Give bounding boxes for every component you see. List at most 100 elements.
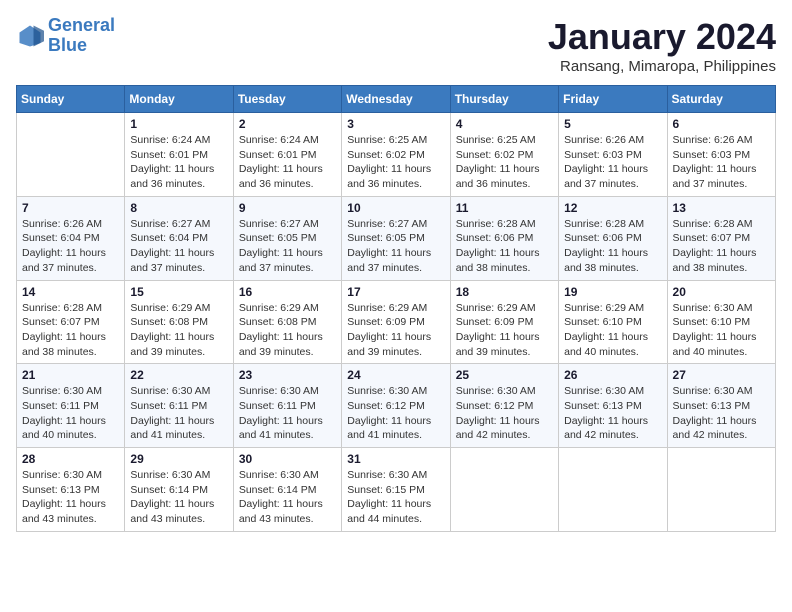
day-number: 12 xyxy=(564,201,661,215)
calendar-cell: 21Sunrise: 6:30 AMSunset: 6:11 PMDayligh… xyxy=(17,364,125,448)
sunset-text: Sunset: 6:10 PM xyxy=(564,315,661,330)
day-info: Sunrise: 6:30 AMSunset: 6:14 PMDaylight:… xyxy=(239,468,336,527)
day-number: 11 xyxy=(456,201,553,215)
sunset-text: Sunset: 6:07 PM xyxy=(22,315,119,330)
sunset-text: Sunset: 6:10 PM xyxy=(673,315,770,330)
sunrise-text: Sunrise: 6:25 AM xyxy=(456,133,553,148)
sunset-text: Sunset: 6:06 PM xyxy=(564,231,661,246)
calendar-cell: 28Sunrise: 6:30 AMSunset: 6:13 PMDayligh… xyxy=(17,448,125,532)
page-header: General Blue January 2024 Ransang, Mimar… xyxy=(16,16,776,75)
sunset-text: Sunset: 6:07 PM xyxy=(673,231,770,246)
daylight-text: Daylight: 11 hours and 36 minutes. xyxy=(347,162,444,191)
daylight-text: Daylight: 11 hours and 38 minutes. xyxy=(456,246,553,275)
daylight-text: Daylight: 11 hours and 38 minutes. xyxy=(673,246,770,275)
calendar-cell: 25Sunrise: 6:30 AMSunset: 6:12 PMDayligh… xyxy=(450,364,558,448)
calendar-cell: 12Sunrise: 6:28 AMSunset: 6:06 PMDayligh… xyxy=(559,196,667,280)
calendar-cell: 5Sunrise: 6:26 AMSunset: 6:03 PMDaylight… xyxy=(559,113,667,197)
sunrise-text: Sunrise: 6:24 AM xyxy=(239,133,336,148)
day-info: Sunrise: 6:27 AMSunset: 6:05 PMDaylight:… xyxy=(347,217,444,276)
day-info: Sunrise: 6:30 AMSunset: 6:15 PMDaylight:… xyxy=(347,468,444,527)
day-info: Sunrise: 6:28 AMSunset: 6:07 PMDaylight:… xyxy=(22,301,119,360)
day-info: Sunrise: 6:29 AMSunset: 6:08 PMDaylight:… xyxy=(130,301,227,360)
sunrise-text: Sunrise: 6:24 AM xyxy=(130,133,227,148)
day-info: Sunrise: 6:24 AMSunset: 6:01 PMDaylight:… xyxy=(239,133,336,192)
sunrise-text: Sunrise: 6:30 AM xyxy=(239,384,336,399)
day-info: Sunrise: 6:25 AMSunset: 6:02 PMDaylight:… xyxy=(456,133,553,192)
day-info: Sunrise: 6:30 AMSunset: 6:12 PMDaylight:… xyxy=(347,384,444,443)
daylight-text: Daylight: 11 hours and 40 minutes. xyxy=(22,414,119,443)
day-number: 25 xyxy=(456,368,553,382)
sunrise-text: Sunrise: 6:30 AM xyxy=(673,384,770,399)
sunrise-text: Sunrise: 6:27 AM xyxy=(130,217,227,232)
day-number: 9 xyxy=(239,201,336,215)
day-info: Sunrise: 6:29 AMSunset: 6:10 PMDaylight:… xyxy=(564,301,661,360)
sunset-text: Sunset: 6:01 PM xyxy=(239,148,336,163)
sunset-text: Sunset: 6:04 PM xyxy=(22,231,119,246)
sunrise-text: Sunrise: 6:29 AM xyxy=(130,301,227,316)
calendar-cell: 24Sunrise: 6:30 AMSunset: 6:12 PMDayligh… xyxy=(342,364,450,448)
calendar-table: SundayMondayTuesdayWednesdayThursdayFrid… xyxy=(16,85,776,532)
day-number: 30 xyxy=(239,452,336,466)
sunset-text: Sunset: 6:11 PM xyxy=(239,399,336,414)
calendar-cell: 6Sunrise: 6:26 AMSunset: 6:03 PMDaylight… xyxy=(667,113,775,197)
calendar-cell: 26Sunrise: 6:30 AMSunset: 6:13 PMDayligh… xyxy=(559,364,667,448)
calendar-cell: 1Sunrise: 6:24 AMSunset: 6:01 PMDaylight… xyxy=(125,113,233,197)
sunset-text: Sunset: 6:11 PM xyxy=(130,399,227,414)
daylight-text: Daylight: 11 hours and 43 minutes. xyxy=(239,497,336,526)
calendar-cell: 19Sunrise: 6:29 AMSunset: 6:10 PMDayligh… xyxy=(559,280,667,364)
weekday-header-saturday: Saturday xyxy=(667,86,775,113)
logo: General Blue xyxy=(16,16,115,56)
daylight-text: Daylight: 11 hours and 42 minutes. xyxy=(456,414,553,443)
sunrise-text: Sunrise: 6:30 AM xyxy=(347,468,444,483)
sunset-text: Sunset: 6:06 PM xyxy=(456,231,553,246)
sunset-text: Sunset: 6:09 PM xyxy=(456,315,553,330)
sunrise-text: Sunrise: 6:30 AM xyxy=(456,384,553,399)
calendar-cell: 13Sunrise: 6:28 AMSunset: 6:07 PMDayligh… xyxy=(667,196,775,280)
daylight-text: Daylight: 11 hours and 43 minutes. xyxy=(130,497,227,526)
day-number: 26 xyxy=(564,368,661,382)
location-title: Ransang, Mimaropa, Philippines xyxy=(548,58,776,75)
calendar-cell: 20Sunrise: 6:30 AMSunset: 6:10 PMDayligh… xyxy=(667,280,775,364)
daylight-text: Daylight: 11 hours and 37 minutes. xyxy=(239,246,336,275)
daylight-text: Daylight: 11 hours and 41 minutes. xyxy=(347,414,444,443)
daylight-text: Daylight: 11 hours and 43 minutes. xyxy=(22,497,119,526)
calendar-cell: 4 Sunrise: 6:25 AMSunset: 6:02 PMDaylight… xyxy=(450,113,558,197)
day-info: Sunrise: 6:30 AMSunset: 6:10 PMDaylight:… xyxy=(673,301,770,360)
sunrise-text: Sunrise: 6:28 AM xyxy=(22,301,119,316)
sunrise-text: Sunrise: 6:29 AM xyxy=(564,301,661,316)
sunset-text: Sunset: 6:02 PM xyxy=(347,148,444,163)
sunrise-text: Sunrise: 6:25 AM xyxy=(347,133,444,148)
daylight-text: Daylight: 11 hours and 39 minutes. xyxy=(347,330,444,359)
sunset-text: Sunset: 6:08 PM xyxy=(130,315,227,330)
sunset-text: Sunset: 6:04 PM xyxy=(130,231,227,246)
day-number: 14 xyxy=(22,285,119,299)
sunrise-text: Sunrise: 6:30 AM xyxy=(673,301,770,316)
sunrise-text: Sunrise: 6:30 AM xyxy=(22,384,119,399)
weekday-header-sunday: Sunday xyxy=(17,86,125,113)
logo-icon xyxy=(16,22,44,50)
calendar-cell: 9Sunrise: 6:27 AMSunset: 6:05 PMDaylight… xyxy=(233,196,341,280)
calendar-cell: 23Sunrise: 6:30 AMSunset: 6:11 PMDayligh… xyxy=(233,364,341,448)
sunset-text: Sunset: 6:14 PM xyxy=(130,483,227,498)
daylight-text: Daylight: 11 hours and 42 minutes. xyxy=(564,414,661,443)
weekday-header-friday: Friday xyxy=(559,86,667,113)
calendar-cell: 16Sunrise: 6:29 AMSunset: 6:08 PMDayligh… xyxy=(233,280,341,364)
calendar-cell: 2Sunrise: 6:24 AMSunset: 6:01 PMDaylight… xyxy=(233,113,341,197)
day-number: 3 xyxy=(347,117,444,131)
day-number: 31 xyxy=(347,452,444,466)
day-number: 4 xyxy=(456,117,553,131)
daylight-text: Daylight: 11 hours and 36 minutes. xyxy=(239,162,336,191)
daylight-text: Daylight: 11 hours and 37 minutes. xyxy=(673,162,770,191)
daylight-text: Daylight: 11 hours and 44 minutes. xyxy=(347,497,444,526)
day-info: Sunrise: 6:30 AMSunset: 6:13 PMDaylight:… xyxy=(673,384,770,443)
daylight-text: Daylight: 11 hours and 38 minutes. xyxy=(22,330,119,359)
day-number: 18 xyxy=(456,285,553,299)
daylight-text: Daylight: 11 hours and 40 minutes. xyxy=(673,330,770,359)
daylight-text: Daylight: 11 hours and 41 minutes. xyxy=(130,414,227,443)
sunrise-text: Sunrise: 6:30 AM xyxy=(130,468,227,483)
sunset-text: Sunset: 6:03 PM xyxy=(673,148,770,163)
sunset-text: Sunset: 6:13 PM xyxy=(673,399,770,414)
calendar-cell: 22Sunrise: 6:30 AMSunset: 6:11 PMDayligh… xyxy=(125,364,233,448)
day-info: Sunrise: 6:26 AMSunset: 6:03 PMDaylight:… xyxy=(673,133,770,192)
day-number: 27 xyxy=(673,368,770,382)
